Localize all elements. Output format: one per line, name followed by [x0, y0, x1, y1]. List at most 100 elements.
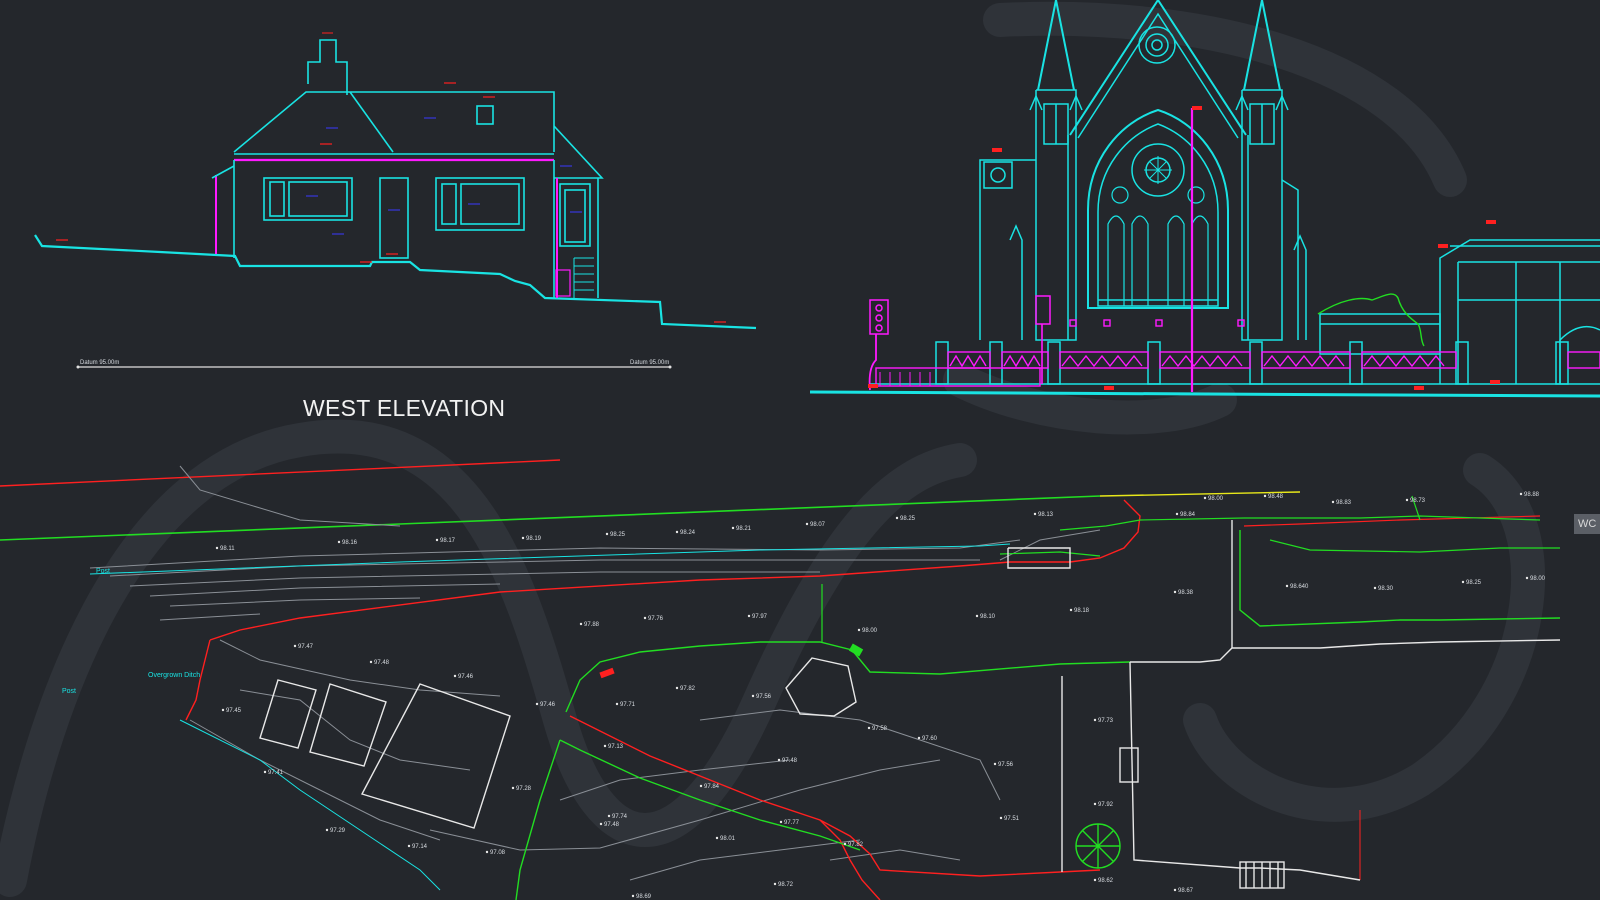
- spot-level-label: 97.82: [680, 686, 696, 692]
- spot-level-point: [607, 814, 611, 818]
- spot-level-label: 98.640: [1290, 584, 1309, 590]
- spot-level-point: [293, 644, 297, 648]
- spot-level-label: 97.08: [490, 850, 506, 856]
- spot-level-label: 97.56: [998, 762, 1014, 768]
- spot-level-label: 97.73: [1098, 718, 1114, 724]
- spot-level-point: [1173, 590, 1177, 594]
- spot-level-label: 97.48: [782, 758, 798, 764]
- spot-level-point: [751, 694, 755, 698]
- spot-level-label: 97.97: [752, 614, 768, 620]
- spot-level-point: [435, 538, 439, 542]
- tree-symbol: [1075, 823, 1121, 869]
- spot-level-label: 97.45: [226, 708, 242, 714]
- spot-level-label: 98.00: [1530, 576, 1546, 582]
- spot-level-point: [221, 708, 225, 712]
- datum-label-left: Datum 95.00m: [80, 360, 119, 366]
- spot-level-label: 97.46: [458, 674, 474, 680]
- spot-level-label: 97.71: [620, 702, 636, 708]
- spot-level-label: 97.92: [1098, 802, 1114, 808]
- spot-level-point: [1093, 718, 1097, 722]
- spot-level-point: [631, 894, 635, 898]
- spot-level-point: [263, 770, 267, 774]
- spot-level-point: [993, 762, 997, 766]
- spot-level-point: [857, 628, 861, 632]
- spot-level-point: [1519, 492, 1523, 496]
- spot-level-point: [1373, 586, 1377, 590]
- spot-level-point: [511, 786, 515, 790]
- spot-level-label: 98.69: [636, 894, 652, 900]
- spot-level-point: [215, 546, 219, 550]
- spot-level-point: [867, 726, 871, 730]
- spot-level-label: 98.30: [1378, 586, 1394, 592]
- spot-level-point: [643, 616, 647, 620]
- ground-line: [34, 234, 757, 330]
- spot-level-point: [325, 828, 329, 832]
- spot-level-point: [731, 526, 735, 530]
- kerb-line-red: [209, 499, 1141, 641]
- cad-drawing-canvas: Datum 95.00m Datum 95.00m WEST ELEVATION: [0, 0, 1600, 900]
- spot-level-point: [715, 836, 719, 840]
- spot-level-point: [773, 882, 777, 886]
- spot-level-label: 97.58: [872, 726, 888, 732]
- spot-level-point: [603, 744, 607, 748]
- spot-level-label: 98.73: [1410, 498, 1426, 504]
- spot-level-point: [1093, 878, 1097, 882]
- datum-label-right: Datum 95.00m: [630, 360, 669, 366]
- spot-level-label: 98.48: [1268, 494, 1284, 500]
- spot-level-label: 98.16: [342, 540, 358, 546]
- spot-level-label: 97.88: [584, 622, 600, 628]
- spot-level-point: [747, 614, 751, 618]
- spot-level-point: [1173, 888, 1177, 892]
- spot-level-label: 97.46: [540, 702, 556, 708]
- spot-level-point: [1525, 576, 1529, 580]
- spot-level-label: 98.84: [1180, 512, 1196, 518]
- spot-level-point: [1203, 496, 1207, 500]
- spot-level-label: 98.25: [1466, 580, 1482, 586]
- spot-level-point: [337, 540, 341, 544]
- spot-level-label: 98.00: [862, 628, 878, 634]
- spot-level-label: 98.72: [778, 882, 794, 888]
- spot-level-label: 97.48: [604, 822, 620, 828]
- spot-level-point: [407, 844, 411, 848]
- spot-level-label: 98.62: [1098, 878, 1114, 884]
- spot-level-point: [917, 736, 921, 740]
- spot-level-point: [579, 622, 583, 626]
- spot-level-point: [843, 842, 847, 846]
- spot-level-label: 98.25: [900, 516, 916, 522]
- spot-level-label: 97.47: [298, 644, 314, 650]
- spot-level-point: [1175, 512, 1179, 516]
- path-edge-green: [565, 641, 1131, 713]
- spot-level-label: 97.77: [784, 820, 800, 826]
- spot-level-point: [485, 850, 489, 854]
- spot-level-label: 97.76: [648, 616, 664, 622]
- spot-level-label: 97.60: [922, 736, 938, 742]
- spot-level-point: [779, 820, 783, 824]
- spot-level-point: [605, 532, 609, 536]
- wc-tab[interactable]: WC: [1574, 514, 1600, 534]
- spot-level-point: [1461, 580, 1465, 584]
- spot-level-label: 98.25: [610, 532, 626, 538]
- spot-level-point: [699, 784, 703, 788]
- roof: [233, 91, 555, 153]
- spot-level-point: [615, 702, 619, 706]
- spot-level-point: [1331, 500, 1335, 504]
- chimney: [307, 39, 348, 95]
- spot-level-label: 97.48: [374, 660, 390, 666]
- spot-level-label: 97.74: [612, 814, 628, 820]
- spot-level-point: [675, 686, 679, 690]
- spot-level-point: [777, 758, 781, 762]
- spot-level-label: 98.01: [720, 836, 736, 842]
- west-elevation-drawing: [34, 32, 757, 369]
- post-label-left: Post: [62, 688, 76, 695]
- spot-level-label: 97.84: [704, 784, 720, 790]
- spot-level-label: 98.67: [1178, 888, 1194, 894]
- spot-level-label: 98.00: [1208, 496, 1224, 502]
- spot-level-label: 97.29: [330, 828, 346, 834]
- spot-level-point: [1033, 512, 1037, 516]
- boundary-line-red: [0, 459, 561, 487]
- spot-level-point: [521, 536, 525, 540]
- spot-level-point: [1405, 498, 1409, 502]
- spot-level-point: [535, 702, 539, 706]
- spot-level-label: 97.56: [756, 694, 772, 700]
- spot-level-point: [369, 660, 373, 664]
